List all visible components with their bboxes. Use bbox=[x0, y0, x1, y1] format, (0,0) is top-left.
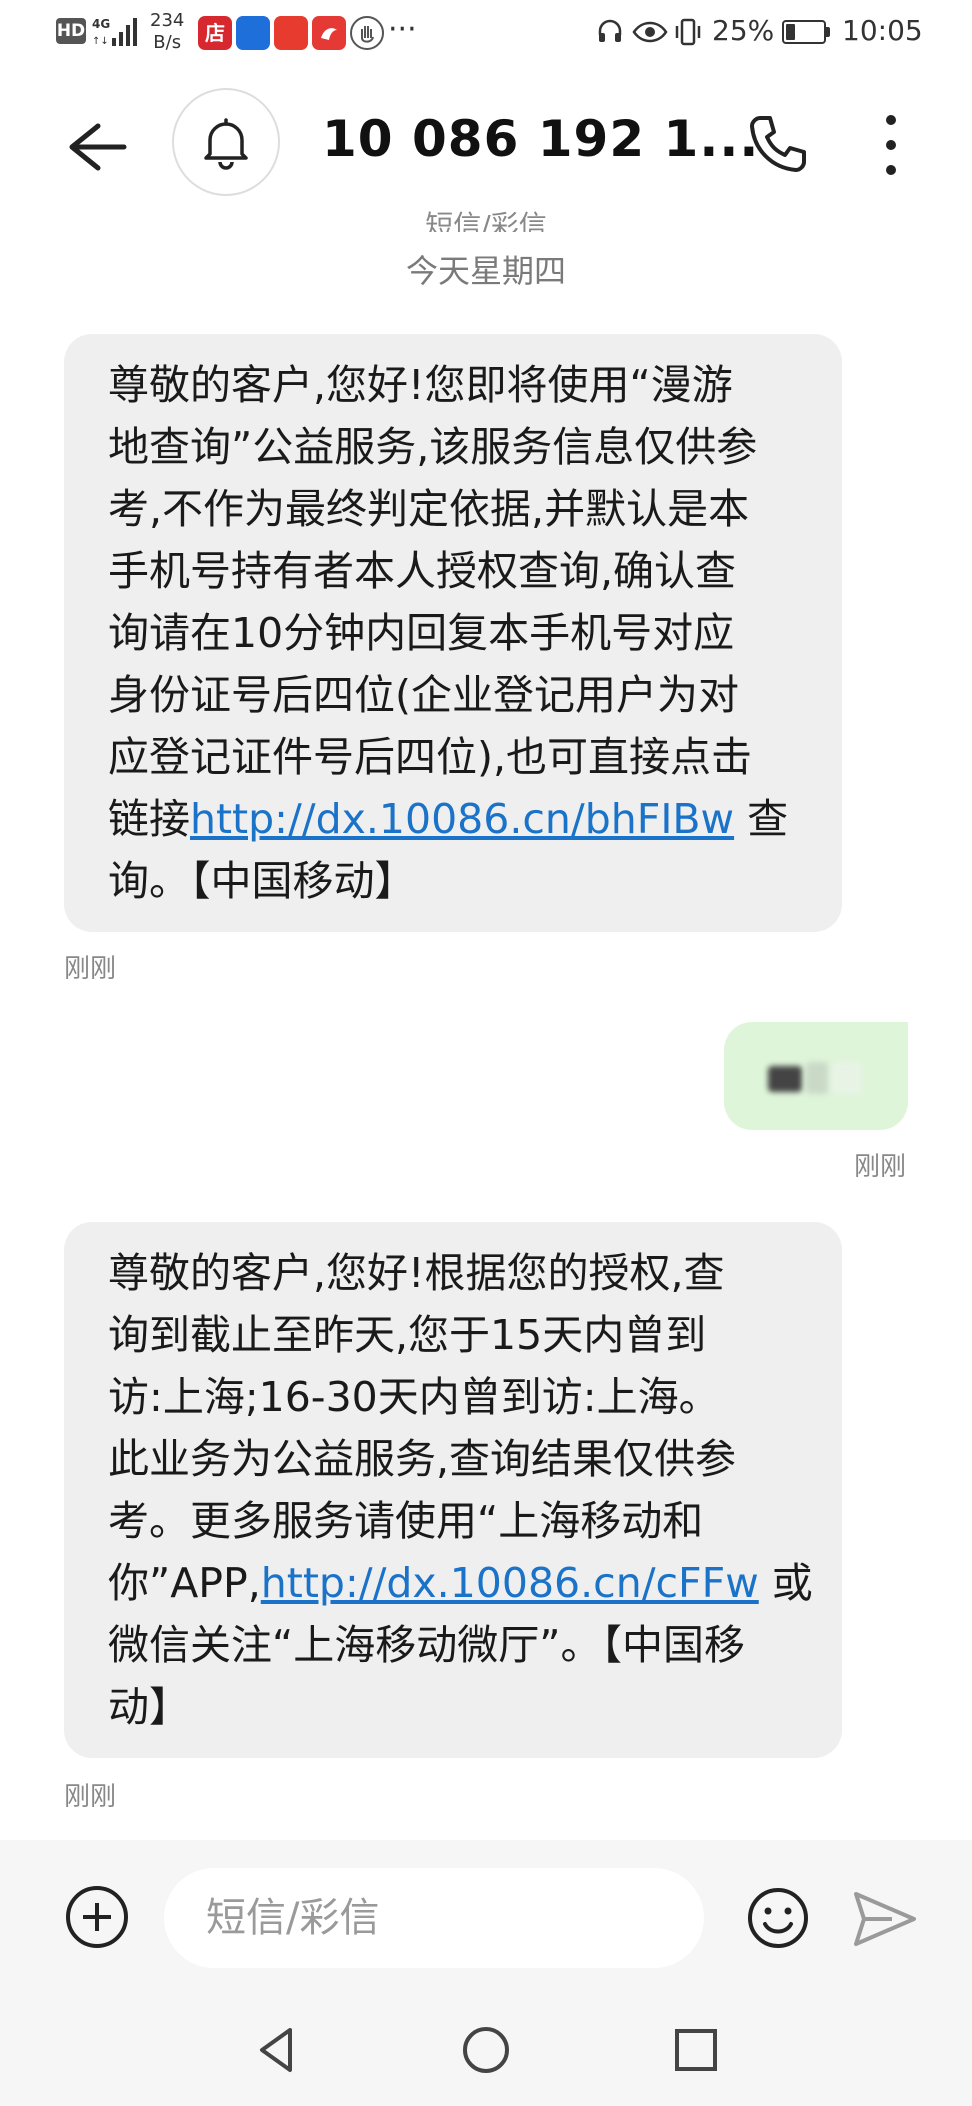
link-suffix: 或 bbox=[758, 1559, 813, 1607]
message-line: 尊敬的客户,您好!您即将使用“漫游 bbox=[108, 361, 733, 409]
smiley-icon[interactable] bbox=[746, 1886, 810, 1950]
triangle-back-icon[interactable] bbox=[250, 2022, 306, 2078]
incoming-message-bubble[interactable]: 尊敬的客户,您好!您即将使用“漫游 地查询”公益服务,该服务信息仅供参 考,不作… bbox=[64, 334, 842, 932]
contact-avatar[interactable] bbox=[172, 88, 280, 196]
redacted-content bbox=[832, 1062, 862, 1094]
link-prefix: 你”APP, bbox=[108, 1559, 261, 1607]
message-line-with-link: 链接http://dx.10086.cn/bhFIBw 查 bbox=[108, 788, 798, 850]
back-arrow-icon[interactable] bbox=[62, 112, 132, 182]
incoming-message-bubble[interactable]: 尊敬的客户,您好!根据您的授权,查 询到截止至昨天,您于15天内曾到 访:上海;… bbox=[64, 1222, 842, 1758]
message-line: 访:上海;16-30天内曾到访:上海。 bbox=[108, 1373, 720, 1421]
status-bar: HD 4G ↑↓ 234 B/s 店 ··· 25% 10:05 bbox=[0, 0, 972, 70]
link-prefix: 链接 bbox=[108, 795, 190, 843]
battery-percent: 25% bbox=[712, 14, 775, 47]
headphone-icon bbox=[598, 19, 622, 42]
network-speed: 234 B/s bbox=[150, 10, 185, 53]
plus-circle-icon[interactable] bbox=[66, 1886, 128, 1948]
redacted-content bbox=[768, 1066, 802, 1092]
message-timestamp: 刚刚 bbox=[64, 954, 117, 984]
battery-icon bbox=[782, 20, 826, 44]
message-input[interactable] bbox=[164, 1868, 704, 1968]
message-link[interactable]: http://dx.10086.cn/bhFIBw bbox=[190, 795, 734, 843]
swan-app-icon bbox=[312, 16, 346, 50]
shop-app-icon: 店 bbox=[198, 16, 232, 50]
eye-comfort-icon bbox=[632, 21, 668, 43]
more-notifications-icon: ··· bbox=[388, 12, 417, 47]
vibrate-icon bbox=[675, 18, 701, 46]
bell-icon bbox=[204, 118, 248, 170]
message-line: 地查询”公益服务,该服务信息仅供参 bbox=[108, 423, 758, 471]
hd-voice-icon: HD bbox=[56, 18, 86, 44]
message-line: 手机号持有者本人授权查询,确认查 bbox=[108, 547, 737, 595]
square-recents-icon[interactable] bbox=[668, 2022, 724, 2078]
message-line-with-link: 你”APP,http://dx.10086.cn/cFFw 或 bbox=[108, 1552, 813, 1614]
message-timestamp: 刚刚 bbox=[64, 1782, 117, 1812]
svg-text:↑↓: ↑↓ bbox=[92, 36, 109, 47]
battery-level bbox=[786, 24, 795, 40]
signal-icon: 4G ↑↓ bbox=[92, 17, 137, 47]
message-line: 微信关注“上海移动微厅”。【中国移 bbox=[108, 1621, 745, 1669]
svg-text:4G: 4G bbox=[92, 17, 110, 31]
send-icon[interactable] bbox=[852, 1888, 918, 1950]
message-line: 考,不作为最终判定依据,并默认是本 bbox=[108, 485, 750, 533]
hand-app-icon bbox=[350, 16, 384, 50]
link-suffix: 查 bbox=[734, 795, 789, 843]
message-line: 此业务为公益服务,查询结果仅供参 bbox=[108, 1435, 737, 1483]
message-line: 动】 bbox=[108, 1683, 190, 1731]
clock: 10:05 bbox=[842, 14, 923, 47]
message-timestamp: 刚刚 bbox=[854, 1152, 907, 1182]
message-type-label: 短信/彩信 bbox=[425, 209, 547, 232]
taobao-app-icon bbox=[274, 16, 308, 50]
message-line: 身份证号后四位(企业登记用户为对 bbox=[108, 671, 739, 719]
message-line: 考。更多服务请使用“上海移动和 bbox=[108, 1497, 704, 1545]
message-line: 询请在10分钟内回复本手机号对应 bbox=[108, 609, 735, 657]
message-line: 询。【中国移动】 bbox=[108, 857, 416, 905]
pay-app-icon bbox=[236, 16, 270, 50]
outgoing-message-bubble[interactable] bbox=[724, 1022, 908, 1130]
battery-tip bbox=[826, 27, 830, 37]
message-line: 应登记证件号后四位),也可直接点击 bbox=[108, 733, 753, 781]
contact-name[interactable]: 10 086 192 1... bbox=[322, 110, 759, 168]
message-line: 询到截止至昨天,您于15天内曾到 bbox=[108, 1311, 707, 1359]
message-link[interactable]: http://dx.10086.cn/cFFw bbox=[261, 1559, 759, 1607]
phone-icon[interactable] bbox=[742, 108, 814, 180]
date-divider: 今天星期四 bbox=[405, 252, 566, 290]
redacted-content bbox=[806, 1062, 828, 1094]
circle-home-icon[interactable] bbox=[458, 2022, 514, 2078]
more-vertical-icon[interactable] bbox=[866, 110, 916, 180]
message-line: 尊敬的客户,您好!根据您的授权,查 bbox=[108, 1249, 725, 1297]
